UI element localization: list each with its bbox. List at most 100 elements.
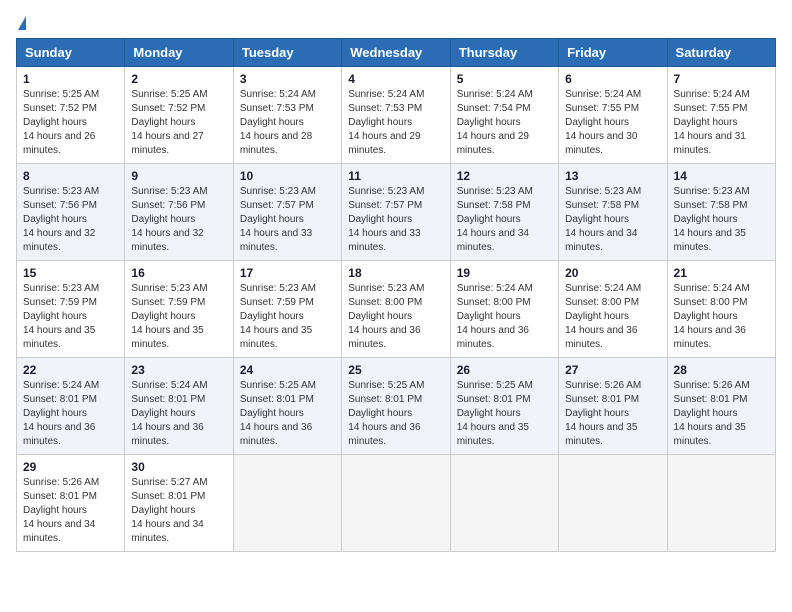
calendar-cell: 7 Sunrise: 5:24 AMSunset: 7:55 PMDaylight… [667, 67, 775, 164]
calendar-cell: 28 Sunrise: 5:26 AMSunset: 8:01 PMDayligh… [667, 358, 775, 455]
calendar-cell: 23 Sunrise: 5:24 AMSunset: 8:01 PMDayligh… [125, 358, 233, 455]
logo [16, 16, 26, 30]
day-detail: Sunrise: 5:23 AMSunset: 7:58 PMDaylight … [457, 185, 552, 255]
day-number: 13 [565, 169, 660, 183]
day-detail: Sunrise: 5:23 AMSunset: 7:56 PMDaylight … [23, 185, 118, 255]
calendar-cell: 6Sunrise: 5:24 AMSunset: 7:55 PMDaylight… [559, 67, 667, 164]
calendar-week-row: 22 Sunrise: 5:24 AMSunset: 8:01 PMDayligh… [17, 358, 776, 455]
calendar-cell: 15 Sunrise: 5:23 AMSunset: 7:59 PMDayligh… [17, 261, 125, 358]
day-number: 3 [240, 72, 335, 86]
day-number: 1 [23, 72, 118, 86]
day-number: 17 [240, 266, 335, 280]
calendar-cell: 10 Sunrise: 5:23 AMSunset: 7:57 PMDayligh… [233, 164, 341, 261]
day-number: 30 [131, 460, 226, 474]
day-number: 7 [674, 72, 769, 86]
day-detail: Sunrise: 5:23 AMSunset: 7:57 PMDaylight … [240, 185, 335, 255]
calendar-week-row: 15 Sunrise: 5:23 AMSunset: 7:59 PMDayligh… [17, 261, 776, 358]
calendar-cell: 13 Sunrise: 5:23 AMSunset: 7:58 PMDayligh… [559, 164, 667, 261]
day-number: 24 [240, 363, 335, 377]
day-detail: Sunrise: 5:25 AMSunset: 8:01 PMDaylight … [348, 379, 443, 449]
calendar-cell: 8 Sunrise: 5:23 AMSunset: 7:56 PMDaylight… [17, 164, 125, 261]
calendar-table: SundayMondayTuesdayWednesdayThursdayFrid… [16, 38, 776, 552]
calendar-cell: 24 Sunrise: 5:25 AMSunset: 8:01 PMDayligh… [233, 358, 341, 455]
calendar-cell: 5Sunrise: 5:24 AMSunset: 7:54 PMDaylight… [450, 67, 558, 164]
day-number: 12 [457, 169, 552, 183]
day-detail: Sunrise: 5:23 AMSunset: 7:57 PMDaylight … [348, 185, 443, 255]
calendar-cell: 29 Sunrise: 5:26 AMSunset: 8:01 PMDayligh… [17, 455, 125, 552]
calendar-cell: 18 Sunrise: 5:23 AMSunset: 8:00 PMDayligh… [342, 261, 450, 358]
calendar-cell: 26 Sunrise: 5:25 AMSunset: 8:01 PMDayligh… [450, 358, 558, 455]
header-cell-sunday: Sunday [17, 39, 125, 67]
calendar-cell [559, 455, 667, 552]
day-detail: Sunrise: 5:23 AMSunset: 7:59 PMDaylight … [23, 282, 118, 352]
day-detail: Sunrise: 5:23 AMSunset: 7:58 PMDaylight … [565, 185, 660, 255]
day-number: 27 [565, 363, 660, 377]
day-number: 10 [240, 169, 335, 183]
day-detail: Sunrise: 5:23 AMSunset: 7:59 PMDaylight … [240, 282, 335, 352]
day-number: 11 [348, 169, 443, 183]
day-detail: Sunrise: 5:24 AMSunset: 8:01 PMDaylight … [23, 379, 118, 449]
day-number: 16 [131, 266, 226, 280]
calendar-body: 1 Sunrise: 5:25 AMSunset: 7:52 PMDaylight… [17, 67, 776, 552]
day-number: 14 [674, 169, 769, 183]
calendar-cell: 19 Sunrise: 5:24 AMSunset: 8:00 PMDayligh… [450, 261, 558, 358]
day-number: 21 [674, 266, 769, 280]
calendar-cell: 4Sunrise: 5:24 AMSunset: 7:53 PMDaylight… [342, 67, 450, 164]
day-detail: Sunrise: 5:23 AMSunset: 8:00 PMDaylight … [348, 282, 443, 352]
day-detail: Sunrise: 5:23 AMSunset: 7:56 PMDaylight … [131, 185, 226, 255]
day-detail: Sunrise: 5:24 AMSunset: 8:00 PMDaylight … [565, 282, 660, 352]
day-number: 19 [457, 266, 552, 280]
day-number: 5 [457, 72, 552, 86]
header-cell-monday: Monday [125, 39, 233, 67]
calendar-cell: 22 Sunrise: 5:24 AMSunset: 8:01 PMDayligh… [17, 358, 125, 455]
day-number: 28 [674, 363, 769, 377]
day-detail: Sunrise: 5:26 AMSunset: 8:01 PMDaylight … [23, 476, 118, 546]
calendar-cell [450, 455, 558, 552]
calendar-cell: 25Sunrise: 5:25 AMSunset: 8:01 PMDayligh… [342, 358, 450, 455]
day-detail: Sunrise: 5:23 AMSunset: 7:59 PMDaylight … [131, 282, 226, 352]
calendar-cell: 14Sunrise: 5:23 AMSunset: 7:58 PMDayligh… [667, 164, 775, 261]
header-cell-saturday: Saturday [667, 39, 775, 67]
calendar-cell: 2Sunrise: 5:25 AMSunset: 7:52 PMDaylight… [125, 67, 233, 164]
header-cell-friday: Friday [559, 39, 667, 67]
calendar-cell: 17 Sunrise: 5:23 AMSunset: 7:59 PMDayligh… [233, 261, 341, 358]
day-detail: Sunrise: 5:25 AMSunset: 7:52 PMDaylight … [131, 88, 226, 158]
calendar-cell: 21 Sunrise: 5:24 AMSunset: 8:00 PMDayligh… [667, 261, 775, 358]
header-cell-thursday: Thursday [450, 39, 558, 67]
day-detail: Sunrise: 5:26 AMSunset: 8:01 PMDaylight … [565, 379, 660, 449]
day-number: 18 [348, 266, 443, 280]
day-number: 20 [565, 266, 660, 280]
calendar-cell: 3 Sunrise: 5:24 AMSunset: 7:53 PMDaylight… [233, 67, 341, 164]
header [16, 16, 776, 30]
day-number: 29 [23, 460, 118, 474]
calendar-week-row: 8 Sunrise: 5:23 AMSunset: 7:56 PMDaylight… [17, 164, 776, 261]
logo-triangle-icon [18, 16, 26, 30]
day-detail: Sunrise: 5:24 AMSunset: 7:53 PMDaylight … [348, 88, 443, 158]
day-number: 23 [131, 363, 226, 377]
header-cell-wednesday: Wednesday [342, 39, 450, 67]
calendar-cell [233, 455, 341, 552]
day-number: 15 [23, 266, 118, 280]
day-detail: Sunrise: 5:24 AMSunset: 7:55 PMDaylight … [565, 88, 660, 158]
day-detail: Sunrise: 5:24 AMSunset: 8:01 PMDaylight … [131, 379, 226, 449]
calendar-cell [342, 455, 450, 552]
day-detail: Sunrise: 5:26 AMSunset: 8:01 PMDaylight … [674, 379, 769, 449]
day-detail: Sunrise: 5:24 AMSunset: 8:00 PMDaylight … [674, 282, 769, 352]
calendar-header-row: SundayMondayTuesdayWednesdayThursdayFrid… [17, 39, 776, 67]
day-number: 8 [23, 169, 118, 183]
header-cell-tuesday: Tuesday [233, 39, 341, 67]
day-detail: Sunrise: 5:25 AMSunset: 8:01 PMDaylight … [240, 379, 335, 449]
calendar-week-row: 29 Sunrise: 5:26 AMSunset: 8:01 PMDayligh… [17, 455, 776, 552]
calendar-cell: 16 Sunrise: 5:23 AMSunset: 7:59 PMDayligh… [125, 261, 233, 358]
day-number: 26 [457, 363, 552, 377]
day-detail: Sunrise: 5:25 AMSunset: 8:01 PMDaylight … [457, 379, 552, 449]
day-detail: Sunrise: 5:24 AMSunset: 8:00 PMDaylight … [457, 282, 552, 352]
calendar-cell: 20 Sunrise: 5:24 AMSunset: 8:00 PMDayligh… [559, 261, 667, 358]
day-detail: Sunrise: 5:24 AMSunset: 7:53 PMDaylight … [240, 88, 335, 158]
calendar-cell: 11 Sunrise: 5:23 AMSunset: 7:57 PMDayligh… [342, 164, 450, 261]
day-detail: Sunrise: 5:24 AMSunset: 7:55 PMDaylight … [674, 88, 769, 158]
day-detail: Sunrise: 5:25 AMSunset: 7:52 PMDaylight … [23, 88, 118, 158]
calendar-cell: 9Sunrise: 5:23 AMSunset: 7:56 PMDaylight… [125, 164, 233, 261]
day-detail: Sunrise: 5:27 AMSunset: 8:01 PMDaylight … [131, 476, 226, 546]
day-number: 22 [23, 363, 118, 377]
